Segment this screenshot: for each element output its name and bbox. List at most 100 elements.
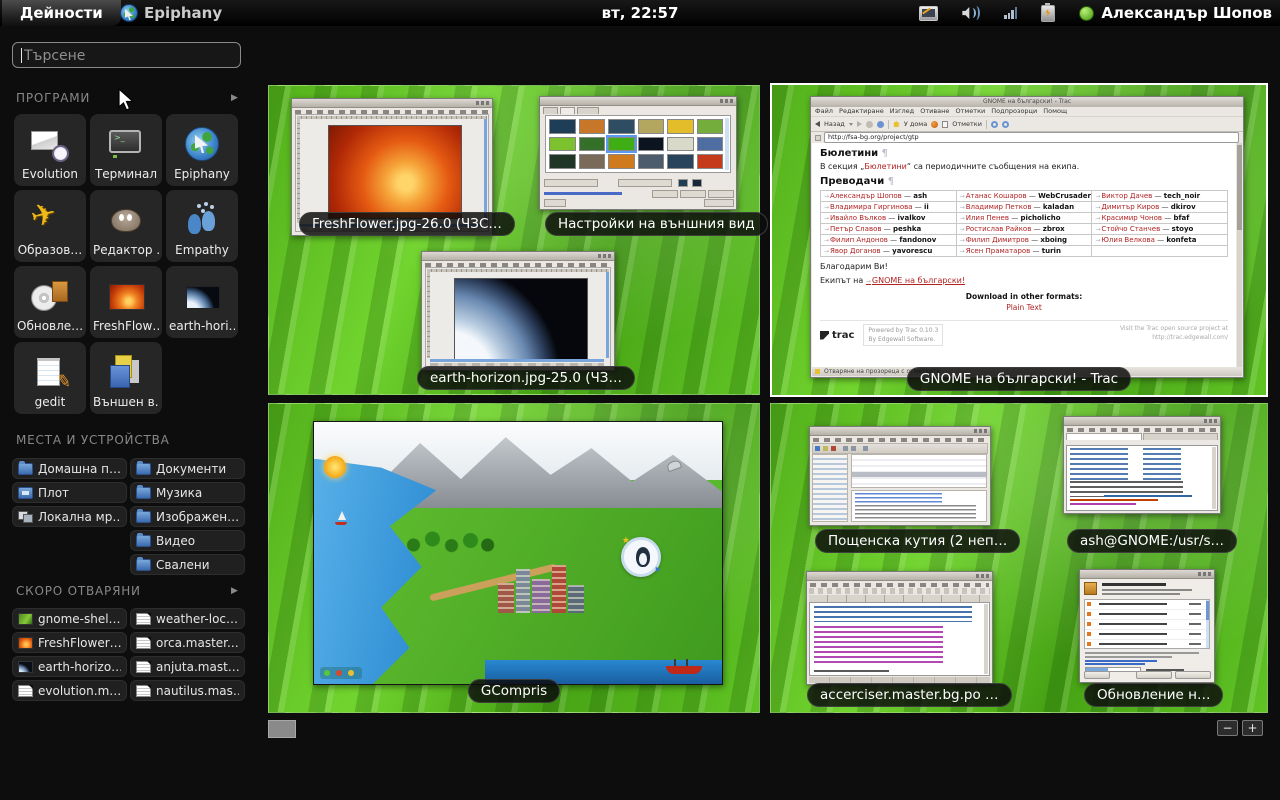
button[interactable] — [708, 190, 734, 198]
evolution-mail-window[interactable] — [809, 426, 991, 526]
wallpaper-thumbnail[interactable] — [608, 154, 635, 169]
recent-item[interactable]: evolution.m… — [12, 680, 127, 701]
workspace-4[interactable]: Пощенска кутия (2 неп… ash@GNOME:/usr/s…… — [770, 403, 1268, 713]
wallpaper-thumbnail[interactable] — [549, 119, 576, 134]
epiphany-trac-window[interactable]: GNOME на български! - Trac Файл Редактир… — [810, 96, 1244, 378]
place-item[interactable]: Музика — [130, 482, 245, 503]
app-tile[interactable]: Образов… — [14, 190, 86, 262]
button[interactable] — [680, 190, 706, 198]
wallpaper-thumbnail[interactable] — [667, 154, 694, 169]
app-tile[interactable]: earth-hori… — [166, 266, 238, 338]
app-menu[interactable]: Epiphany — [120, 0, 222, 26]
zoom-in-icon[interactable] — [991, 121, 998, 128]
recent-item[interactable]: orca.master.… — [130, 632, 245, 653]
gcompris-penguin-badge[interactable]: ★ ▸ — [621, 537, 661, 577]
help-button[interactable] — [1084, 671, 1110, 679]
recent-item[interactable]: gnome-shel… — [12, 608, 127, 629]
place-item[interactable]: Свалени — [130, 554, 245, 575]
forward-icon[interactable] — [857, 121, 862, 127]
user-menu[interactable]: Александър Шопов — [1079, 4, 1272, 22]
place-item[interactable]: Плот — [12, 482, 127, 503]
wallpaper-thumbnail[interactable] — [697, 137, 724, 152]
wallpaper-thumbnail[interactable] — [579, 154, 606, 169]
recent-item[interactable]: earth-horizo… — [12, 656, 127, 677]
color-swatch[interactable] — [692, 179, 702, 187]
wallpaper-thumbnail[interactable] — [549, 137, 576, 152]
wallpaper-thumbnail[interactable] — [697, 119, 724, 134]
check-button[interactable] — [1136, 671, 1172, 679]
place-item[interactable]: Локална мр… — [12, 506, 127, 527]
scrollbar[interactable] — [984, 604, 988, 674]
get-more-link[interactable] — [544, 192, 622, 195]
software-update-window[interactable] — [1079, 569, 1215, 683]
wallpaper-thumbnail[interactable] — [638, 137, 665, 152]
app-tile[interactable]: gedit — [14, 342, 86, 414]
scrollbar[interactable] — [1237, 143, 1242, 367]
programs-expand-arrow-icon[interactable] — [231, 93, 238, 103]
terminal-window[interactable] — [1063, 416, 1221, 514]
update-row[interactable] — [1085, 610, 1209, 620]
workspace-zoom-out-button[interactable]: − — [1217, 720, 1238, 736]
workspace-3[interactable]: ★ ▸ GCompris — [268, 403, 760, 713]
home-icon[interactable] — [893, 121, 900, 127]
search-box[interactable] — [12, 42, 241, 68]
place-item[interactable]: Домашна п… — [12, 458, 127, 479]
wallpaper-thumbnail[interactable] — [579, 137, 606, 152]
app-tile[interactable]: Терминал — [90, 114, 162, 186]
volume-icon[interactable] — [962, 6, 980, 20]
history-icon[interactable] — [931, 121, 938, 128]
plain-text-link[interactable]: Plain Text — [820, 303, 1228, 312]
app-tile[interactable]: Външен в… — [90, 342, 162, 414]
update-row[interactable] — [1085, 640, 1209, 650]
wallpaper-thumbnail[interactable] — [667, 137, 694, 152]
wallpaper-thumbnail[interactable] — [697, 154, 724, 169]
network-signal-icon[interactable] — [1004, 7, 1017, 19]
workspace-zoom-in-button[interactable]: + — [1242, 720, 1263, 736]
wallpaper-thumbnail[interactable] — [549, 154, 576, 169]
wallpaper-thumbnail[interactable] — [608, 119, 635, 134]
scrollbar[interactable] — [725, 118, 729, 170]
home-label[interactable]: У дома — [904, 120, 927, 128]
app-tile[interactable]: Empathy — [166, 190, 238, 262]
battery-icon[interactable] — [1041, 5, 1055, 22]
workspace-2[interactable]: GNOME на български! - Trac Файл Редактир… — [770, 83, 1268, 397]
stop-icon[interactable] — [866, 121, 873, 128]
gedit-window[interactable] — [806, 571, 993, 685]
reload-icon[interactable] — [877, 121, 884, 128]
colors-dropdown[interactable] — [618, 179, 672, 187]
place-item[interactable]: Видео — [130, 530, 245, 551]
display-settings-icon[interactable] — [919, 6, 938, 21]
clock[interactable]: вт, 22:57 — [602, 0, 679, 26]
place-item[interactable]: Изображен… — [130, 506, 245, 527]
app-tile[interactable]: FreshFlow… — [90, 266, 162, 338]
wallpaper-thumbnail[interactable] — [638, 119, 665, 134]
wallpaper-thumbnail[interactable] — [638, 154, 665, 169]
scrollbar[interactable] — [1206, 600, 1209, 648]
install-button[interactable] — [1175, 671, 1211, 679]
search-input[interactable] — [22, 45, 236, 67]
app-tile[interactable]: Epiphany — [166, 114, 238, 186]
zoom-out-icon[interactable] — [1002, 121, 1009, 128]
bookmarks-label[interactable]: Отметки — [952, 120, 982, 128]
gcompris-window[interactable]: ★ ▸ — [313, 421, 723, 685]
app-tile[interactable]: Редактор … — [90, 190, 162, 262]
gimp-earth-window[interactable] — [421, 251, 615, 371]
gcompris-menu-bar[interactable] — [320, 667, 362, 679]
close-button[interactable] — [704, 199, 734, 207]
button[interactable] — [652, 190, 678, 198]
recent-item[interactable]: FreshFlower… — [12, 632, 127, 653]
wallpaper-thumbnail[interactable] — [667, 119, 694, 134]
recent-item[interactable]: weather-loc… — [130, 608, 245, 629]
style-dropdown[interactable] — [544, 179, 598, 187]
browser-menubar[interactable]: Файл Редактиране Изглед Отиване Отметки … — [811, 107, 1243, 116]
color-swatch[interactable] — [678, 179, 688, 187]
recent-item[interactable]: anjuta.mast… — [130, 656, 245, 677]
place-item[interactable]: Документи — [130, 458, 245, 479]
scrollbar[interactable] — [1212, 447, 1216, 509]
workspace-add-button[interactable] — [268, 720, 296, 738]
back-icon[interactable] — [815, 121, 820, 127]
wallpaper-thumbnail[interactable] — [608, 137, 635, 152]
workspace-1[interactable]: FreshFlower.jpg-26.0 (ЧЗС… — [268, 85, 760, 395]
appearance-settings-window[interactable] — [539, 96, 737, 210]
app-tile[interactable]: Обновле… — [14, 266, 86, 338]
